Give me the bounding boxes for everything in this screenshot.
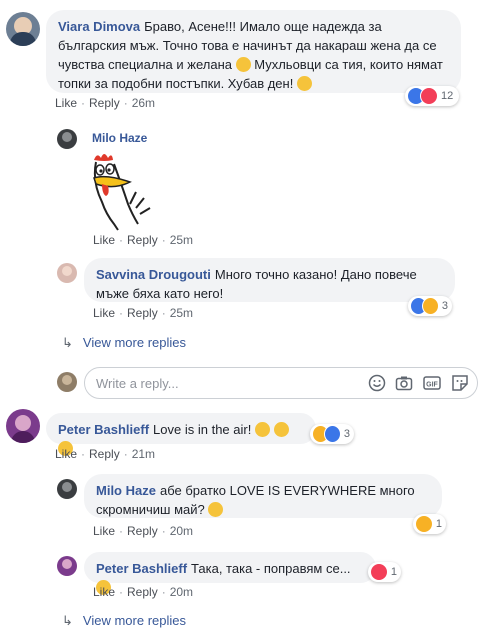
reply-link[interactable]: Reply (127, 233, 158, 247)
reply-arrow-icon: ↳ (62, 613, 73, 628)
like-link[interactable]: Like (93, 585, 115, 599)
reaction-count: 3 (441, 300, 448, 312)
sticker-icon[interactable] (451, 374, 469, 392)
grin-emoji-icon (254, 422, 270, 437)
reply-link[interactable]: Reply (89, 447, 120, 461)
timestamp[interactable]: 25m (170, 233, 193, 247)
reaction-count: 1 (390, 566, 397, 578)
comment-bubble: Viara Dimova Браво, Асене!!! Имало още на… (46, 10, 461, 93)
gif-icon[interactable]: GIF (423, 374, 441, 392)
reply-link[interactable]: Reply (89, 96, 120, 110)
reaction-summary[interactable]: 1 (368, 562, 401, 582)
smile-emoji-icon (208, 502, 224, 517)
avatar[interactable] (57, 263, 77, 283)
haha-reaction-icon (415, 515, 433, 533)
avatar[interactable] (57, 479, 77, 499)
timestamp[interactable]: 21m (132, 447, 155, 461)
avatar[interactable] (57, 556, 77, 576)
like-link[interactable]: Like (55, 96, 77, 110)
like-link[interactable]: Like (55, 447, 77, 461)
timestamp[interactable]: 25m (170, 306, 193, 320)
avatar[interactable] (57, 129, 77, 149)
reply-link[interactable]: Reply (127, 524, 158, 538)
like-link[interactable]: Like (93, 233, 115, 247)
comment-bubble: Peter Bashlieff Така, така - поправям се.… (84, 552, 376, 595)
reaction-count: 1 (435, 518, 442, 530)
haha-reaction-icon (421, 297, 439, 315)
comment-actions: Like · Reply · 20m (93, 524, 194, 538)
reaction-count: 12 (441, 90, 454, 102)
svg-text:GIF: GIF (426, 382, 438, 389)
comment-actions: Like · Reply · 21m (55, 447, 156, 461)
comment-author[interactable]: Viara Dimova (58, 19, 140, 34)
reply-arrow-icon: ↳ (62, 335, 73, 350)
reaction-count: 3 (343, 428, 350, 440)
emoji-icon[interactable] (368, 374, 386, 392)
comment-author[interactable]: Peter Bashlieff (58, 422, 149, 437)
timestamp[interactable]: 26m (132, 96, 155, 110)
comment-bubble: Milo Haze абе братко LOVE IS EVERYWHERE м… (84, 474, 442, 518)
avatar (57, 372, 77, 392)
comment-text: Love is in the air! (153, 422, 252, 437)
reaction-summary[interactable]: 3 (408, 296, 452, 316)
timestamp[interactable]: 20m (170, 585, 193, 599)
timestamp[interactable]: 20m (170, 524, 193, 538)
comment-bubble: Peter Bashlieff Love is in the air! (46, 413, 316, 456)
comment-actions: Like · Reply · 25m (93, 306, 194, 320)
view-more-label[interactable]: View more replies (83, 613, 186, 628)
view-more-label[interactable]: View more replies (83, 335, 186, 350)
reply-placeholder: Write a reply... (96, 376, 179, 391)
avatar[interactable] (6, 409, 40, 443)
comment-bubble: Savvina Drougouti Много точно казано! Дан… (84, 258, 455, 302)
reaction-summary[interactable]: 12 (405, 86, 459, 106)
comment-author[interactable]: Peter Bashlieff (96, 561, 187, 576)
view-more-replies-link[interactable]: ↳ View more replies (62, 613, 186, 629)
comment-actions: Like · Reply · 20m (93, 585, 194, 599)
heart-eyes-emoji-icon (273, 422, 289, 437)
reply-link[interactable]: Reply (127, 306, 158, 320)
reply-input[interactable]: Write a reply... GIF (84, 367, 478, 399)
reaction-summary[interactable]: 3 (310, 424, 354, 444)
like-reaction-icon (323, 425, 341, 443)
comment-actions: Like · Reply · 26m (55, 96, 156, 110)
comment-text: Така, така - поправям се... (191, 561, 351, 576)
comment-author[interactable]: Milo Haze (96, 483, 156, 498)
like-link[interactable]: Like (93, 524, 115, 538)
like-link[interactable]: Like (93, 306, 115, 320)
avatar[interactable] (6, 12, 40, 46)
chicken-sticker (93, 154, 151, 231)
love-reaction-icon (370, 563, 388, 581)
comment-actions: Like · Reply · 25m (93, 233, 194, 247)
reaction-summary[interactable]: 1 (413, 514, 446, 534)
smile-emoji-icon (235, 57, 251, 72)
camera-icon[interactable] (395, 374, 413, 392)
grin-emoji-icon (296, 76, 312, 91)
view-more-replies-link[interactable]: ↳ View more replies (62, 335, 186, 351)
reply-link[interactable]: Reply (127, 585, 158, 599)
comment-author[interactable]: Savvina Drougouti (96, 267, 211, 282)
love-reaction-icon (420, 87, 438, 105)
comment-author[interactable]: Milo Haze (92, 131, 147, 145)
